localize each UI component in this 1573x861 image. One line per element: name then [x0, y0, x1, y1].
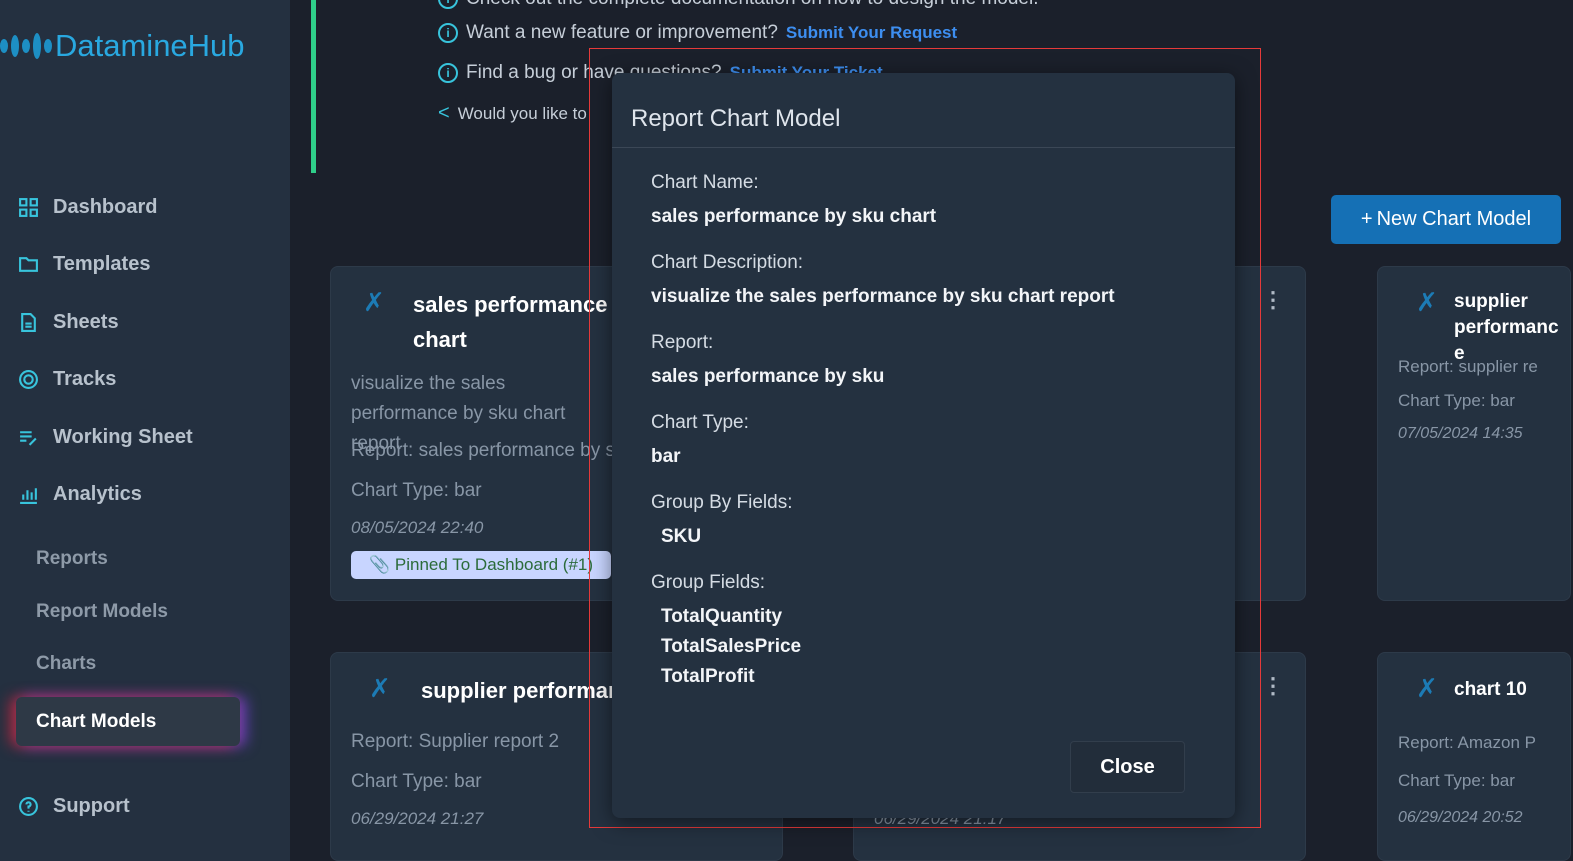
tools-icon: ✗ [363, 287, 385, 317]
sidebar-item-dashboard[interactable]: Dashboard [18, 196, 157, 219]
info-text: Would you like to [457, 103, 587, 123]
sidebar-item-reports[interactable]: Reports [36, 548, 108, 570]
chart-type-value: bar [651, 446, 681, 467]
label: Analytics [53, 483, 142, 505]
sidebar-item-working-sheet[interactable]: Working Sheet [18, 426, 193, 449]
label: Templates [53, 253, 151, 275]
field-label: Chart Name: [651, 172, 759, 193]
field-label: Report: [651, 332, 714, 353]
group-field: TotalQuantity [661, 606, 783, 627]
tools-icon: ✗ [369, 673, 391, 703]
label: New Chart Model [1376, 208, 1532, 230]
group-field: TotalSalesPrice [661, 636, 802, 657]
label: Pinned To Dashboard (#1) [394, 555, 594, 574]
group-by-field: SKU [661, 526, 702, 547]
bar-chart-icon [20, 488, 37, 504]
card-report: Report: supplier re [1398, 357, 1538, 376]
share-icon: < [438, 102, 450, 124]
label: Working Sheet [53, 426, 193, 448]
card-chart-type: Chart Type: bar [1398, 391, 1515, 410]
sidebar-item-support[interactable]: Support [18, 795, 130, 818]
field-label: Group Fields: [651, 572, 766, 593]
info-icon: i [438, 63, 458, 83]
sidebar-item-analytics[interactable]: Analytics [18, 483, 142, 506]
sidebar-item-charts[interactable]: Charts [36, 653, 96, 675]
card-report: Report: Supplier report 2 [351, 731, 560, 752]
logo-icon [0, 33, 52, 59]
label: Support [53, 795, 130, 817]
sidebar-item-sheets[interactable]: Sheets [18, 311, 119, 334]
more-options-icon[interactable]: ⋮ [1262, 673, 1284, 699]
tools-icon: ✗ [1416, 287, 1438, 317]
label: Sheets [53, 311, 119, 333]
info-text: Check out the complete documentation on … [466, 0, 1038, 10]
card-date: 06/29/2024 21:27 [351, 809, 484, 828]
more-options-icon[interactable]: ⋮ [1262, 287, 1284, 313]
tools-icon: ✗ [1416, 673, 1438, 703]
card-title: chart 10 [1454, 679, 1527, 700]
sidebar-item-templates[interactable]: Templates [18, 253, 150, 276]
pinned-badge: 📎 Pinned To Dashboard (#1) [351, 551, 612, 579]
list-edit-icon [20, 431, 37, 446]
sidebar-item-chart-models[interactable]: Chart Models [16, 697, 240, 746]
label: Tracks [53, 368, 117, 390]
report-chart-model-dialog: Report Chart Model Chart Name: sales perf… [612, 73, 1235, 818]
info-docs: i Check out the complete documentation on… [438, 0, 1038, 10]
radar-icon [19, 370, 38, 389]
field-label: Chart Description: [651, 252, 804, 273]
info-accent-bar [311, 0, 316, 173]
dialog-title: Report Chart Model [612, 73, 1235, 148]
chart-model-card[interactable]: ✗ chart 10 Report: Amazon P Chart Type: … [1377, 652, 1571, 861]
card-chart-type: Chart Type: bar [351, 771, 482, 792]
paperclip-icon: 📎 [369, 555, 395, 574]
logo[interactable]: DatamineHub [0, 28, 245, 64]
sidebar-item-report-models[interactable]: Report Models [36, 601, 168, 623]
file-icon [21, 313, 36, 332]
info-share: < Would you like to [438, 102, 587, 125]
new-chart-model-button[interactable]: + New Chart Model [1331, 195, 1561, 244]
chart-description-value: visualize the sales performance by sku c… [651, 286, 1115, 307]
report-value: sales performance by sku [651, 366, 885, 387]
info-icon: i [438, 23, 458, 43]
chart-model-card[interactable]: ✗ supplier performance Report: supplier … [1377, 266, 1571, 601]
info-feature: i Want a new feature or improvement? Submi… [438, 22, 957, 44]
info-text: Want a new feature or improvement? [466, 22, 778, 43]
plus-icon: + [1360, 208, 1373, 230]
app-name: DatamineHub [55, 28, 245, 63]
submit-request-link[interactable]: Submit Your Request [786, 23, 957, 43]
field-label: Chart Type: [651, 412, 749, 433]
card-date: 06/29/2024 20:52 [1398, 809, 1523, 826]
help-icon [19, 797, 38, 816]
sidebar-item-tracks[interactable]: Tracks [18, 368, 116, 391]
chart-name-value: sales performance by sku chart [651, 206, 937, 227]
folder-icon [19, 257, 38, 272]
group-field: TotalProfit [661, 666, 755, 687]
label: Dashboard [53, 196, 158, 218]
card-chart-type: Chart Type: bar [351, 480, 482, 501]
grid-icon [19, 198, 38, 217]
card-report: Report: Amazon P [1398, 733, 1536, 752]
card-chart-type: Chart Type: bar [1398, 771, 1515, 790]
info-icon: i [438, 0, 458, 9]
card-title: supplier performance [1454, 291, 1559, 364]
card-date: 07/05/2024 14:35 [1398, 425, 1523, 442]
field-label: Group By Fields: [651, 492, 793, 513]
card-date: 08/05/2024 22:40 [351, 518, 484, 537]
close-button[interactable]: Close [1070, 741, 1185, 793]
sidebar: DatamineHub Dashboard Templates Sheets T… [0, 0, 290, 861]
